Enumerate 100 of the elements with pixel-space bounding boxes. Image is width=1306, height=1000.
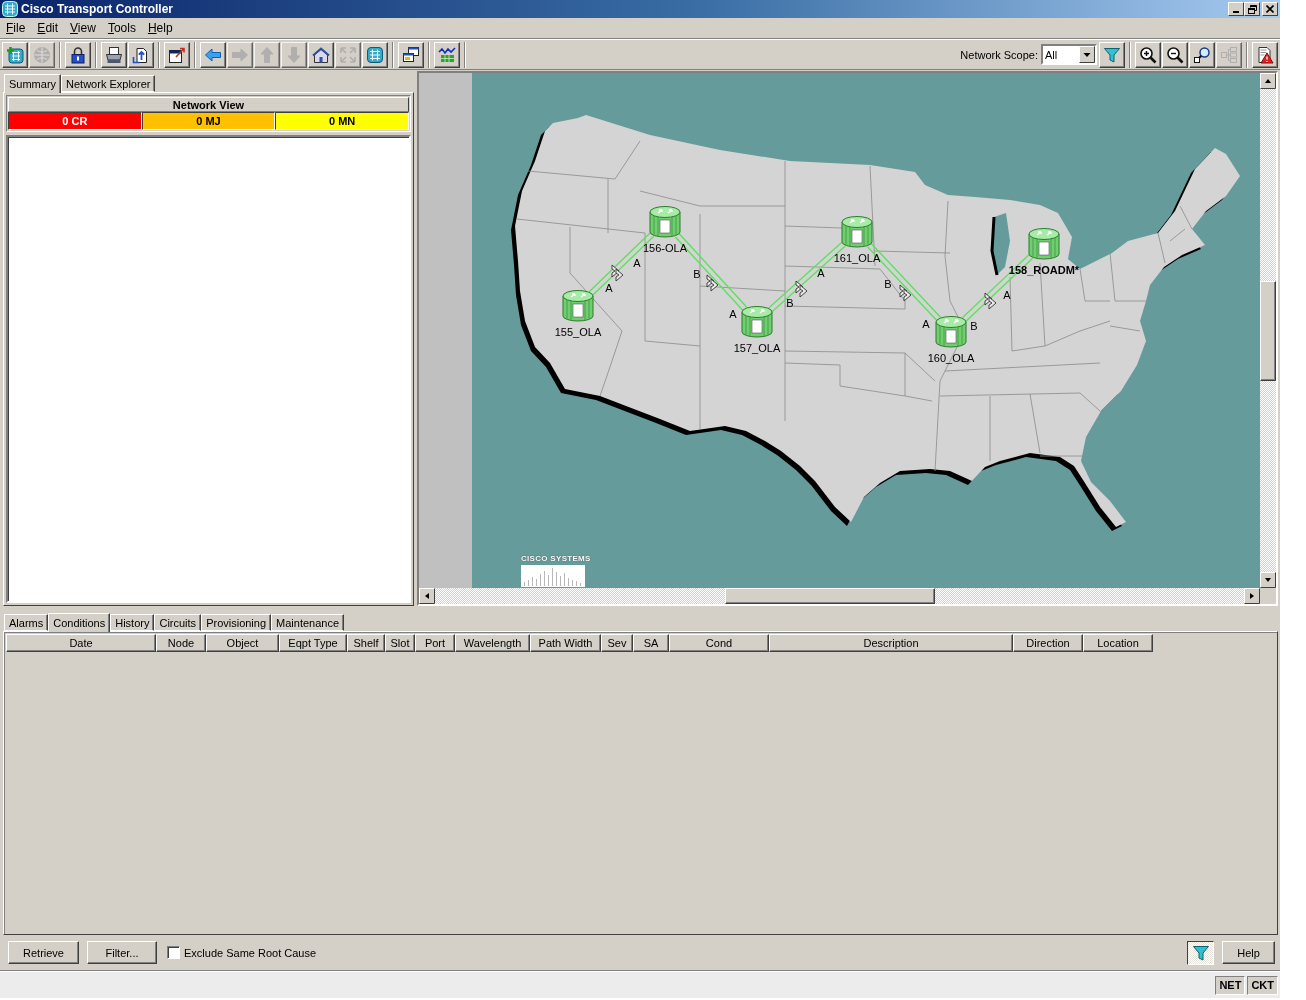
help-button[interactable]: Help xyxy=(1222,941,1275,964)
column-header[interactable]: Path Width xyxy=(530,634,601,652)
scrollbar-thumb[interactable] xyxy=(1260,281,1276,381)
tab[interactable]: History xyxy=(110,614,155,631)
scroll-right-arrow-icon[interactable] xyxy=(1244,588,1260,604)
restore-button[interactable] xyxy=(1244,2,1260,16)
retrieve-button[interactable]: Retrieve xyxy=(8,941,79,964)
alarm-count: 0 CR xyxy=(8,112,142,130)
router-icon[interactable] xyxy=(741,305,773,339)
column-header[interactable]: Object xyxy=(206,634,279,652)
port-label: B xyxy=(884,278,892,290)
tab[interactable]: Conditions xyxy=(48,613,111,632)
minimize-button[interactable] xyxy=(1228,2,1244,16)
router-icon[interactable] xyxy=(841,215,873,249)
port-label: A xyxy=(922,318,930,330)
tab[interactable]: Summary xyxy=(4,74,62,93)
toolbar-button[interactable] xyxy=(434,41,460,68)
tab[interactable]: Maintenance xyxy=(271,614,345,631)
port-label: A xyxy=(1003,289,1011,301)
column-header[interactable]: Node xyxy=(156,634,206,652)
tab[interactable]: Network Explorer xyxy=(61,75,156,92)
router-icon[interactable] xyxy=(935,315,967,349)
toolbar-button[interactable] xyxy=(200,41,226,68)
toolbar-button[interactable] xyxy=(362,41,388,68)
page-arrow-icon xyxy=(132,45,150,64)
filter-icon xyxy=(1103,45,1121,64)
tab[interactable]: Provisioning xyxy=(201,614,272,631)
port-label: B xyxy=(786,297,794,309)
tree-icon xyxy=(1220,45,1238,64)
menu-item[interactable]: Tools xyxy=(103,20,144,36)
double-chevron-icon[interactable] xyxy=(795,280,808,298)
toolbar-button[interactable] xyxy=(308,41,334,68)
double-chevron-icon[interactable] xyxy=(984,292,997,310)
toolbar-button[interactable] xyxy=(1099,41,1125,68)
toolbar-button[interactable] xyxy=(65,41,91,68)
menu-item[interactable]: File xyxy=(2,20,34,36)
scope-dropdown[interactable]: All xyxy=(1041,44,1097,65)
node-label: 157_OLA xyxy=(733,342,781,354)
alarm-report-icon xyxy=(1256,45,1274,64)
left-arrow-icon xyxy=(204,45,222,64)
column-header[interactable]: Eqpt Type xyxy=(279,634,347,652)
globe-icon xyxy=(33,45,51,64)
double-chevron-icon[interactable] xyxy=(706,274,719,292)
status-indicator: NET xyxy=(1215,975,1246,995)
tab[interactable]: Alarms xyxy=(4,614,49,631)
network-tile-plus-icon xyxy=(6,45,24,64)
column-header[interactable]: Direction xyxy=(1013,634,1083,652)
toolbar-button[interactable] xyxy=(1162,41,1188,68)
column-header[interactable]: Port xyxy=(415,634,455,652)
scrollbar-thumb[interactable] xyxy=(725,588,935,604)
column-header[interactable]: Date xyxy=(6,634,156,652)
port-label: A xyxy=(817,267,825,279)
toolbar-button[interactable] xyxy=(1135,41,1161,68)
double-chevron-icon[interactable] xyxy=(611,264,624,282)
tab[interactable]: Circuits xyxy=(154,614,202,631)
column-header[interactable]: Cond xyxy=(669,634,769,652)
column-header[interactable]: Shelf xyxy=(347,634,385,652)
checkbox[interactable] xyxy=(167,946,180,959)
scroll-left-arrow-icon[interactable] xyxy=(419,588,435,604)
menu-item[interactable]: Help xyxy=(143,20,181,36)
house-icon xyxy=(312,45,330,64)
port-label: B xyxy=(970,320,978,332)
scroll-down-arrow-icon[interactable] xyxy=(1260,572,1276,588)
scope-label: Network Scope: xyxy=(960,48,1038,61)
router-icon[interactable] xyxy=(1028,227,1060,261)
stacked-windows-icon xyxy=(402,45,420,64)
column-header[interactable]: Slot xyxy=(385,634,415,652)
horizontal-scrollbar[interactable] xyxy=(419,588,1260,604)
toolbar-button[interactable] xyxy=(128,41,154,68)
column-header[interactable]: Location xyxy=(1083,634,1153,652)
toolbar-button[interactable] xyxy=(1189,41,1215,68)
column-header[interactable]: Wavelength xyxy=(455,634,530,652)
scroll-up-arrow-icon[interactable] xyxy=(1260,73,1276,89)
port-label: A xyxy=(605,282,613,294)
menu-item[interactable]: Edit xyxy=(33,20,67,36)
expand-arrows-icon xyxy=(339,45,357,64)
column-header[interactable]: Description xyxy=(769,634,1013,652)
double-chevron-icon[interactable] xyxy=(899,284,912,302)
padlock-icon xyxy=(69,45,87,64)
bars-logo-icon xyxy=(521,565,585,587)
toolbar-button[interactable] xyxy=(2,41,28,68)
down-arrow-icon xyxy=(285,45,303,64)
menu-item[interactable]: View xyxy=(66,20,104,36)
filter-icon xyxy=(1191,943,1210,962)
column-header[interactable]: SA xyxy=(633,634,669,652)
toolbar-button[interactable] xyxy=(398,41,424,68)
filter-button[interactable]: Filter... xyxy=(87,941,157,964)
toolbar-button[interactable] xyxy=(101,41,127,68)
column-header[interactable]: Sev xyxy=(601,634,633,652)
toolbar-button[interactable] xyxy=(1252,41,1278,68)
zoom-region-icon xyxy=(1193,45,1211,64)
checkbox-label: Exclude Same Root Cause xyxy=(184,946,317,959)
close-button[interactable] xyxy=(1262,2,1278,16)
router-icon[interactable] xyxy=(562,289,594,323)
router-icon[interactable] xyxy=(649,205,681,239)
filter-toggle-button[interactable] xyxy=(1187,940,1214,965)
vertical-scrollbar[interactable] xyxy=(1260,73,1276,588)
port-label: B xyxy=(693,268,701,280)
network-view-title: Network View xyxy=(8,97,409,112)
toolbar-button[interactable] xyxy=(164,41,190,68)
